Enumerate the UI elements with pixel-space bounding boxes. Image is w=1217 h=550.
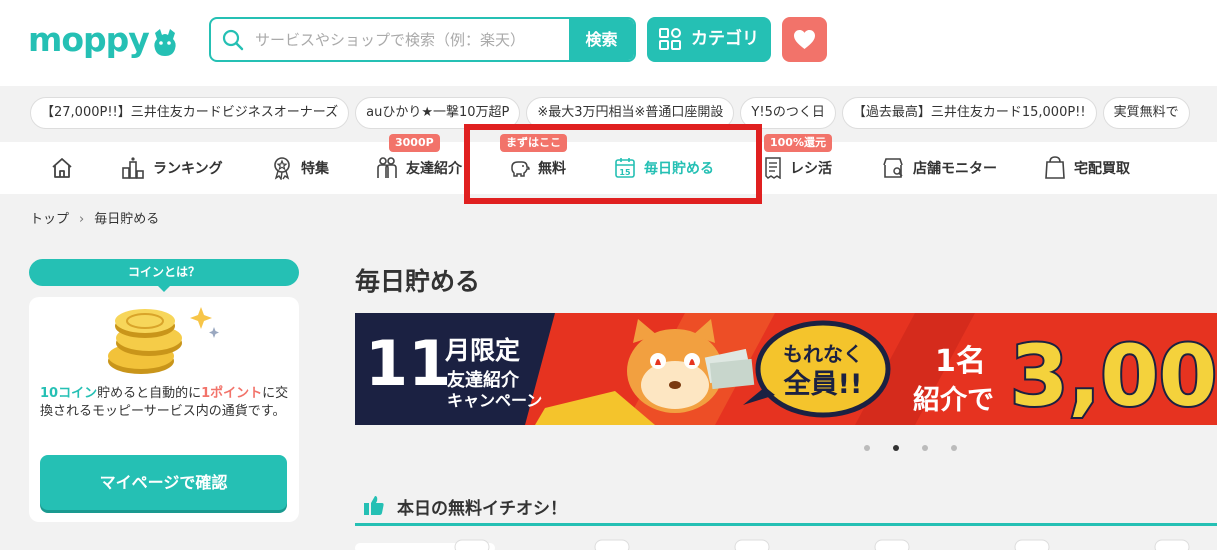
nav-takuhai-label: 宅配買取 xyxy=(1074,161,1130,177)
store-monitor-icon xyxy=(883,158,903,178)
nav-ranking[interactable]: ランキング xyxy=(121,142,223,194)
category-button[interactable]: カテゴリ xyxy=(647,17,771,62)
nav-special-label: 特集 xyxy=(301,161,329,177)
coin-amount: 10コイン xyxy=(40,386,98,401)
breadcrumb-current: 毎日貯める xyxy=(94,212,160,227)
carousel-dot[interactable] xyxy=(922,445,928,451)
banner-month: 11 xyxy=(365,327,451,400)
point-amount: 1ポイント xyxy=(201,386,263,401)
banner-line2: キャンペーン xyxy=(447,391,542,410)
coins-icon xyxy=(108,307,219,374)
carousel-dot[interactable] xyxy=(864,445,870,451)
medal-icon xyxy=(274,157,290,180)
friend-badge: 3000P xyxy=(389,134,440,152)
thumbs-up-icon xyxy=(364,496,384,515)
search-icon xyxy=(222,29,244,51)
bag-icon xyxy=(1045,156,1065,179)
campaign-banner[interactable]: 11 月限定 友達紹介 キャンペーン もれなく 全員!! 1名 紹介で 3,00… xyxy=(355,313,1217,425)
heart-icon xyxy=(794,29,815,50)
friends-icon xyxy=(377,157,397,178)
coin-sidebar: コインとは？ 10コイン貯めると自動的に1ポイントに交換されるモッピーサービス内… xyxy=(29,259,299,522)
nav-special[interactable]: 特集 xyxy=(271,142,329,194)
campaign-tag[interactable]: 【27,000P!!】三井住友カードビジネスオーナーズ xyxy=(30,97,350,129)
nav-monitor-label: 店舗モニター xyxy=(913,161,997,177)
coin-info-tab: コインとは？ xyxy=(29,259,299,292)
mypage-button[interactable]: マイページで確認 xyxy=(40,455,287,510)
nav-receipt-label: レシ活 xyxy=(790,161,832,177)
carousel-dot[interactable] xyxy=(951,445,957,451)
section-header: 本日の無料イチオシ！ xyxy=(355,490,1217,526)
nav-receipt[interactable]: 100%還元 レシ活 xyxy=(764,134,832,194)
banner-graphic: 11 月限定 友達紹介 キャンペーン もれなく 全員!! 1名 紹介で 3,00… xyxy=(355,313,1217,425)
campaign-tag[interactable]: 実質無料で xyxy=(1102,97,1190,129)
coin-description: 10コイン貯めると自動的に1ポイントに交換されるモッピーサービス内の通貨です。 xyxy=(40,385,290,421)
item-thumbnails-peek xyxy=(355,539,1190,550)
search-input[interactable] xyxy=(255,19,567,60)
banner-count2: 紹介で xyxy=(913,384,994,416)
nav-home[interactable] xyxy=(50,142,82,194)
nav-ranking-label: ランキング xyxy=(153,161,223,177)
carousel-dots xyxy=(864,436,980,455)
moppy-logo[interactable]: moppy xyxy=(28,22,179,58)
bubble-line2: 全員!! xyxy=(783,368,863,400)
favorite-button[interactable] xyxy=(782,17,827,62)
receipt-badge: 100%還元 xyxy=(764,134,832,152)
highlight-annotation-box xyxy=(464,124,762,204)
search-button[interactable]: 検索 xyxy=(569,19,634,60)
banner-limited: 月限定 xyxy=(444,336,520,365)
page-title: 毎日貯める xyxy=(355,267,481,296)
category-grid-icon xyxy=(659,28,681,50)
coin-card: 10コイン貯めると自動的に1ポイントに交換されるモッピーサービス内の通貨です。 … xyxy=(29,297,299,522)
banner-amount: 3,000 xyxy=(1010,327,1217,425)
bubble-line1: もれなく xyxy=(783,342,863,366)
campaign-tag[interactable]: 【過去最高】三井住友カード15,000P!! xyxy=(841,97,1097,129)
home-icon xyxy=(52,158,72,178)
header: moppy 検索 カテゴリ xyxy=(0,0,1217,86)
section-title: 本日の無料イチオシ！ xyxy=(397,499,567,519)
nav-friend[interactable]: 3000P 友達紹介 xyxy=(376,134,462,194)
receipt-icon xyxy=(765,157,781,179)
nav-takuhai[interactable]: 宅配買取 xyxy=(1044,142,1130,194)
breadcrumb-top[interactable]: トップ xyxy=(30,212,69,227)
banner-count: 1名 xyxy=(935,344,986,379)
ranking-icon xyxy=(122,157,144,179)
search-box: 検索 xyxy=(209,17,636,62)
logo-text: moppy xyxy=(28,20,150,59)
carousel-dot-active[interactable] xyxy=(893,445,899,451)
moppy-mascot-icon xyxy=(154,28,176,56)
banner-line1: 友達紹介 xyxy=(447,369,520,391)
chevron-right-icon: › xyxy=(79,212,85,227)
category-label: カテゴリ xyxy=(691,29,759,49)
breadcrumb: トップ › 毎日貯める xyxy=(30,208,159,227)
nav-friend-label: 友達紹介 xyxy=(406,161,462,177)
coin-text-1: 貯めると自動的に xyxy=(97,386,202,401)
nav-monitor[interactable]: 店舗モニター xyxy=(881,142,997,194)
